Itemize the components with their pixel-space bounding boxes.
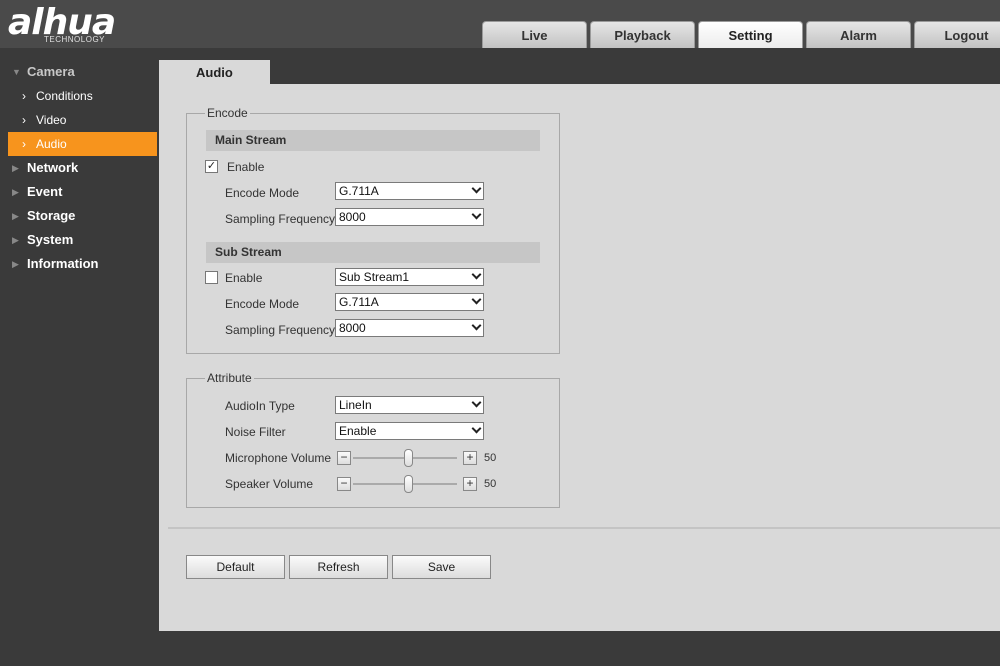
sidebar-item-storage[interactable]: ▶ Storage [0,204,158,228]
triangle-right-icon: ▶ [12,163,19,173]
default-button[interactable]: Default [186,555,285,579]
sidebar-item-label: Event [27,184,63,199]
tab-setting[interactable]: Setting [698,21,803,48]
noise-filter-label: Noise Filter [225,425,286,439]
main-enable-checkbox[interactable]: ✓ [205,160,218,173]
tab-alarm[interactable]: Alarm [806,21,911,48]
triangle-right-icon: ▶ [12,259,19,269]
chevron-down-icon [471,397,482,408]
select-value: Sub Stream1 [339,270,410,284]
sidebar-item-event[interactable]: ▶ Event [0,180,158,204]
sub-sampling-label: Sampling Frequency [225,323,336,337]
slider-thumb[interactable] [404,475,413,493]
chevron-down-icon [471,183,482,194]
sub-encode-mode-select[interactable]: G.711A [335,293,484,311]
sidebar-item-label: Camera [27,64,75,79]
dahua-logo: alhua TECHNOLOGY [8,2,148,46]
sidebar-item-network[interactable]: ▶ Network [0,156,158,180]
tab-logout[interactable]: Logout [914,21,1000,48]
sub-stream-select[interactable]: Sub Stream1 [335,268,484,286]
mic-volume-value: 50 [484,452,497,464]
triangle-right-icon: ▶ [12,235,19,245]
audioin-type-select[interactable]: LineIn [335,396,484,414]
minus-icon[interactable]: − [337,477,351,491]
minus-icon[interactable]: − [337,451,351,465]
refresh-button[interactable]: Refresh [289,555,388,579]
sub-stream-heading: Sub Stream [206,242,540,263]
noise-filter-select[interactable]: Enable [335,422,484,440]
speaker-volume-slider[interactable]: − + [337,475,477,493]
chevron-down-icon [471,320,482,331]
chevron-right-icon: › [22,137,26,151]
sidebar-item-label: System [27,232,74,247]
triangle-right-icon: ▶ [12,187,19,197]
check-icon: ✓ [206,160,217,172]
save-button[interactable]: Save [392,555,491,579]
tab-playback[interactable]: Playback [590,21,695,48]
speaker-volume-label: Speaker Volume [225,477,314,491]
main-enable-label: Enable [227,160,265,174]
sidebar-item-information[interactable]: ▶ Information [0,252,158,276]
mic-volume-label: Microphone Volume [225,451,332,465]
sub-enable-label: Enable [225,271,263,285]
sidebar-item-label: Network [27,160,79,175]
sidebar-item-label: Storage [27,208,76,223]
main-encode-mode-label: Encode Mode [225,186,300,200]
chevron-right-icon: › [22,113,26,127]
main-encode-mode-select[interactable]: G.711A [335,182,484,200]
encode-legend: Encode [207,106,248,120]
header-bar: alhua TECHNOLOGY Live Playback Setting A… [0,0,1000,48]
select-value: 8000 [339,210,366,224]
sidebar-item-label: Audio [36,137,67,151]
sidebar-item-label: Conditions [36,89,93,103]
sidebar-item-label: Information [27,256,99,271]
speaker-volume-value: 50 [484,478,497,490]
chevron-right-icon: › [22,89,26,103]
slider-thumb[interactable] [404,449,413,467]
select-value: G.711A [339,295,379,309]
chevron-down-icon [471,209,482,220]
divider [168,527,1000,529]
sub-enable-checkbox[interactable] [205,271,218,284]
sidebar-item-system[interactable]: ▶ System [0,228,158,252]
sub-encode-mode-label: Encode Mode [225,297,300,311]
select-value: LineIn [339,398,372,412]
main-sampling-label: Sampling Frequency [225,212,336,226]
sidebar-item-camera[interactable]: ▼ Camera [0,60,158,84]
triangle-right-icon: ▶ [12,211,19,221]
sidebar-item-audio[interactable]: › Audio [8,132,157,156]
plus-icon[interactable]: + [463,451,477,465]
plus-icon[interactable]: + [463,477,477,491]
chevron-down-icon [471,269,482,280]
chevron-down-icon [471,423,482,434]
tab-live[interactable]: Live [482,21,587,48]
sub-sampling-select[interactable]: 8000 [335,319,484,337]
select-value: G.711A [339,184,379,198]
triangle-down-icon: ▼ [12,67,21,77]
select-value: Enable [339,424,377,438]
sidebar-item-video[interactable]: › Video [0,108,158,132]
sidebar-item-conditions[interactable]: › Conditions [0,84,158,108]
footer-band [0,631,1000,666]
main-stream-heading: Main Stream [206,130,540,151]
logo-subtitle: TECHNOLOGY [44,35,106,44]
sidebar: ▼ Camera › Conditions › Video › Audio ▶ … [0,60,158,276]
content-tab-audio[interactable]: Audio [159,60,270,85]
sidebar-item-label: Video [36,113,67,127]
audioin-type-label: AudioIn Type [225,399,295,413]
mic-volume-slider[interactable]: − + [337,449,477,467]
chevron-down-icon [471,294,482,305]
select-value: 8000 [339,321,366,335]
main-sampling-select[interactable]: 8000 [335,208,484,226]
attribute-legend: Attribute [207,371,252,385]
